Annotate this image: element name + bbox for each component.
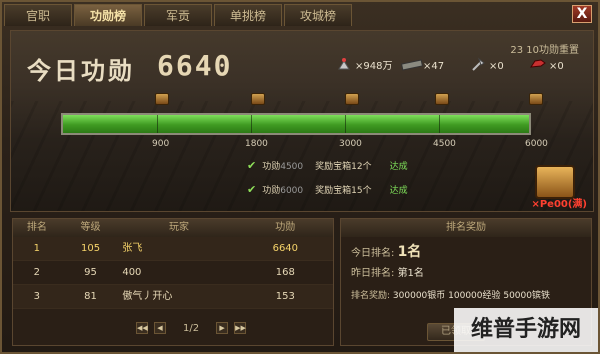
rank-reward-label: 排名奖励:	[351, 291, 391, 301]
task-threshold: 4500	[280, 162, 304, 172]
cell-merit: 168	[275, 267, 295, 278]
tab-merit-board[interactable]: 功勋榜	[74, 4, 142, 26]
task-threshold: 6000	[280, 186, 304, 196]
war-horse-icon	[527, 57, 549, 75]
merit-task-row: ✔ 功勋6000 奖励宝箱15个 达成	[247, 183, 408, 196]
tab-military-tribute[interactable]: 军贡	[144, 4, 212, 26]
progress-tick-label: 3000	[339, 139, 362, 149]
pagination: ◀◀ ◀ 1/2 ▶ ▶▶	[133, 322, 249, 334]
chest-icon[interactable]	[155, 93, 169, 105]
table-body: 1 105 张飞 6640 2 95 400 168 3 81 傲气丿开心 15…	[13, 237, 333, 309]
today-merit-value: 6640	[157, 49, 233, 82]
stat-axe-value: ×0	[489, 61, 504, 72]
cell-rank: 3	[33, 291, 41, 302]
watermark: 维普手游网	[454, 308, 598, 352]
table-row[interactable]: 1 105 张飞 6640	[13, 237, 333, 261]
yesterday-rank-value: 第1名	[397, 268, 424, 279]
first-page-button[interactable]: ◀◀	[136, 322, 148, 334]
chest-count-label: ×Pe00(满)	[531, 199, 587, 210]
game-window: 官职 功勋榜 军贡 单挑榜 攻城榜 X 今日功勋 6640 23 10功勋重置 …	[0, 0, 600, 354]
stat-troops: ×47	[401, 57, 444, 75]
tab-bar: 官职 功勋榜 军贡 单挑榜 攻城榜	[4, 4, 354, 26]
troops-icon	[401, 57, 423, 75]
cell-player: 张飞	[122, 243, 143, 254]
next-page-button[interactable]: ▶	[216, 322, 229, 334]
table-row[interactable]: 3 81 傲气丿开心 153	[13, 285, 333, 309]
progress-divider	[345, 115, 346, 133]
axe-icon	[467, 57, 489, 75]
progress-tick-label: 1800	[245, 139, 268, 149]
task-reward: 奖励宝箱12个	[315, 162, 372, 172]
table-row[interactable]: 2 95 400 168	[13, 261, 333, 285]
task-label: 功勋	[262, 162, 281, 172]
cell-level: 105	[80, 243, 101, 254]
col-player: 玩家	[168, 222, 189, 233]
progress-divider	[251, 115, 252, 133]
progress-divider	[439, 115, 440, 133]
chest-icon[interactable]	[529, 93, 543, 105]
treasure-chest-icon[interactable]	[535, 165, 575, 199]
merit-panel: 今日功勋 6640 23 10功勋重置 ×948万 ×47 ×0 ×0 900 …	[10, 30, 594, 212]
progress-tick-label: 6000	[525, 139, 548, 149]
merit-progress-fill	[63, 115, 529, 133]
last-page-button[interactable]: ▶▶	[234, 322, 247, 334]
cell-player: 400	[122, 267, 142, 278]
reset-note: 23 10功勋重置	[510, 45, 579, 56]
chest-icon[interactable]	[251, 93, 265, 105]
chest-icon[interactable]	[435, 93, 449, 105]
silver-ingot-icon	[333, 57, 355, 75]
progress-tick-label: 900	[152, 139, 170, 149]
cell-level: 95	[84, 267, 97, 278]
rank-reward-title: 排名奖励	[341, 219, 591, 237]
cell-merit: 6640	[272, 243, 299, 254]
cell-player: 傲气丿开心	[122, 291, 173, 302]
checkmark-icon: ✔	[247, 159, 257, 172]
col-rank: 排名	[26, 222, 47, 233]
rank-reward-value: 300000银币 100000经验 50000镔铁	[392, 291, 550, 301]
today-rank-line: 今日排名: 1名	[351, 241, 591, 263]
close-button[interactable]: X	[572, 5, 592, 23]
tab-official-rank[interactable]: 官职	[4, 4, 72, 26]
stat-axe: ×0	[467, 57, 504, 75]
page-title: 今日功勋	[27, 57, 135, 85]
prev-page-button[interactable]: ◀	[154, 322, 166, 334]
cell-merit: 153	[275, 291, 295, 302]
merit-task-row: ✔ 功勋4500 奖励宝箱12个 达成	[247, 159, 408, 172]
today-rank-label: 今日排名:	[351, 248, 395, 259]
cell-rank: 1	[33, 243, 41, 254]
stat-horse: ×0	[527, 57, 564, 75]
stat-silver: ×948万	[333, 57, 392, 75]
col-merit: 功勋	[275, 222, 296, 233]
cell-rank: 2	[33, 267, 41, 278]
stat-horse-value: ×0	[549, 61, 564, 72]
task-status: 达成	[389, 186, 408, 196]
task-label: 功勋	[262, 186, 281, 196]
tab-duel-board[interactable]: 单挑榜	[214, 4, 282, 26]
ranking-table: 排名 等级 玩家 功勋 1 105 张飞 6640 2 95 400 168 3…	[12, 218, 334, 346]
stat-troops-value: ×47	[423, 61, 445, 72]
checkmark-icon: ✔	[247, 183, 257, 196]
col-level: 等级	[80, 222, 101, 233]
today-rank-value: 1名	[397, 244, 422, 260]
rank-reward-line: 排名奖励: 300000银币 100000经验 50000镔铁	[351, 285, 591, 307]
task-status: 达成	[389, 162, 408, 172]
table-header: 排名 等级 玩家 功勋	[13, 219, 333, 237]
merit-progress-bar	[61, 113, 531, 135]
page-indicator: 1/2	[183, 322, 200, 334]
progress-tick-label: 4500	[433, 139, 456, 149]
task-reward: 奖励宝箱15个	[315, 186, 372, 196]
progress-divider	[157, 115, 158, 133]
yesterday-rank-line: 昨日排名: 第1名	[351, 263, 591, 285]
tab-siege-board[interactable]: 攻城榜	[284, 4, 352, 26]
cell-level: 81	[84, 291, 97, 302]
chest-icon[interactable]	[345, 93, 359, 105]
yesterday-rank-label: 昨日排名:	[351, 268, 395, 279]
stat-silver-value: ×948万	[355, 61, 393, 72]
